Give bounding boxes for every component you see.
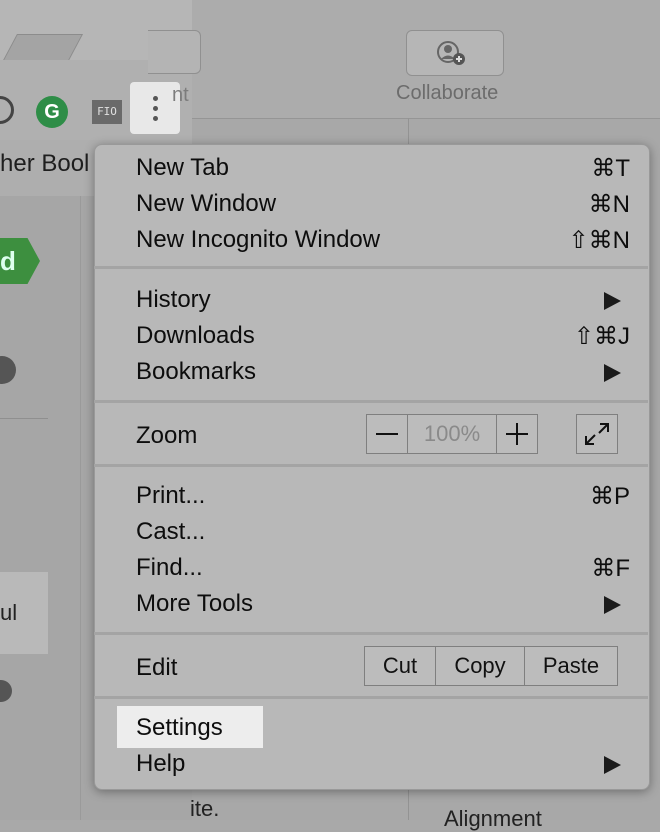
page-text: ite. bbox=[190, 796, 220, 821]
zoom-in-button[interactable] bbox=[497, 415, 537, 453]
cut-button[interactable]: Cut bbox=[365, 647, 436, 685]
shortcut-new-tab: ⌘T bbox=[591, 155, 630, 182]
menu-item-downloads[interactable]: Downloads bbox=[136, 322, 255, 350]
menu-item-print[interactable]: Print... bbox=[136, 482, 205, 510]
shortcut-new-window: ⌘N bbox=[588, 191, 630, 218]
bookmark-item[interactable]: her Bool bbox=[0, 150, 89, 178]
kebab-dot-icon bbox=[152, 105, 158, 111]
menu-item-find[interactable]: Find... bbox=[136, 554, 203, 582]
zoom-out-button[interactable] bbox=[367, 415, 407, 453]
fullscreen-button[interactable] bbox=[576, 414, 618, 454]
menu-item-bookmarks[interactable]: Bookmarks bbox=[136, 358, 256, 386]
menu-separator bbox=[94, 266, 648, 269]
menu-item-new-tab[interactable]: New Tab bbox=[136, 154, 229, 182]
shortcut-print: ⌘P bbox=[589, 483, 630, 510]
shortcut-new-incognito: ⇧⌘N bbox=[568, 227, 630, 254]
menu-item-zoom: Zoom bbox=[136, 422, 198, 449]
menu-item-history[interactable]: History bbox=[136, 286, 211, 314]
submenu-arrow-icon bbox=[604, 596, 621, 614]
menu-separator bbox=[94, 464, 648, 467]
fullscreen-icon bbox=[585, 423, 609, 445]
list-item-label: ul bbox=[0, 600, 18, 625]
grammarly-extension-icon[interactable]: G bbox=[36, 96, 68, 128]
submenu-arrow-icon bbox=[604, 756, 621, 774]
menu-item-edit: Edit bbox=[136, 654, 178, 681]
zoom-control: 100% bbox=[366, 414, 538, 454]
menu-item-new-incognito-window[interactable]: New Incognito Window bbox=[136, 226, 380, 254]
collaborate-label: Collaborate bbox=[396, 82, 499, 104]
edit-controls: Cut Copy Paste bbox=[364, 646, 618, 686]
paste-button[interactable]: Paste bbox=[525, 647, 617, 685]
kebab-dot-icon bbox=[152, 95, 158, 101]
submenu-arrow-icon bbox=[604, 292, 621, 310]
zoom-level: 100% bbox=[407, 415, 497, 453]
menu-separator bbox=[94, 696, 648, 699]
kebab-dot-icon bbox=[152, 115, 158, 121]
shortcut-downloads: ⇧⌘J bbox=[573, 323, 630, 350]
shortcut-find: ⌘F bbox=[591, 555, 630, 582]
menu-item-cast[interactable]: Cast... bbox=[136, 518, 205, 546]
copy-button[interactable]: Copy bbox=[436, 647, 525, 685]
add-person-icon bbox=[437, 41, 465, 65]
alignment-label: Alignment bbox=[444, 806, 542, 831]
submenu-arrow-icon bbox=[604, 364, 621, 382]
divider bbox=[0, 418, 48, 419]
menu-item-more-tools[interactable]: More Tools bbox=[136, 590, 253, 618]
toolbar-button-partial-label: nt bbox=[172, 84, 189, 106]
menu-separator bbox=[94, 400, 648, 403]
fio-extension-icon[interactable]: FIO bbox=[92, 100, 122, 124]
menu-item-settings[interactable]: Settings bbox=[136, 714, 223, 742]
toolbar-button-partial[interactable] bbox=[148, 30, 201, 74]
menu-item-new-window[interactable]: New Window bbox=[136, 190, 276, 218]
panel-divider bbox=[80, 196, 81, 820]
menu-item-help[interactable]: Help bbox=[136, 750, 185, 778]
menu-separator bbox=[94, 632, 648, 635]
